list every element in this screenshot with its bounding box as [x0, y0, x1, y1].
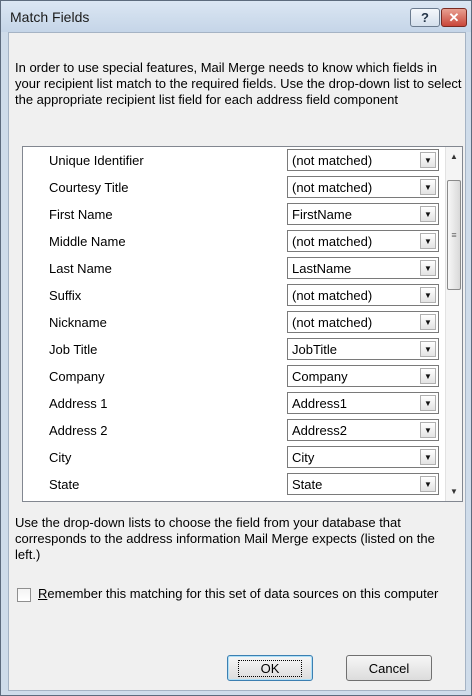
close-icon: ✕: [448, 9, 460, 25]
field-match-dropdown[interactable]: (not matched) ▼: [287, 149, 439, 171]
dropdown-arrow-icon[interactable]: ▼: [420, 476, 436, 492]
vertical-scrollbar[interactable]: ▲ ≡ ▼: [445, 147, 462, 501]
scroll-up-arrow-icon[interactable]: ▲: [446, 148, 462, 165]
field-row: Company Company ▼: [23, 363, 447, 390]
field-row: City City ▼: [23, 444, 447, 471]
field-match-dropdown[interactable]: Company ▼: [287, 365, 439, 387]
dropdown-arrow-icon[interactable]: ▼: [420, 368, 436, 384]
field-row: First Name FirstName ▼: [23, 201, 447, 228]
dropdown-arrow-icon[interactable]: ▼: [420, 314, 436, 330]
dialog-title: Match Fields: [10, 9, 90, 25]
dropdown-value: City: [292, 450, 315, 465]
field-match-dropdown[interactable]: JobTitle ▼: [287, 338, 439, 360]
field-match-dropdown[interactable]: (not matched) ▼: [287, 230, 439, 252]
close-button[interactable]: ✕: [441, 8, 467, 27]
dropdown-arrow-icon[interactable]: ▼: [420, 287, 436, 303]
cancel-button[interactable]: Cancel: [346, 655, 432, 681]
dropdown-value: Address2: [292, 423, 347, 438]
field-match-dropdown[interactable]: City ▼: [287, 446, 439, 468]
dropdown-value: Company: [292, 369, 348, 384]
access-key: R: [38, 586, 48, 601]
match-fields-dialog: Match Fields ? ✕ In order to use special…: [0, 0, 472, 696]
field-name-label: Last Name: [49, 261, 112, 276]
dropdown-arrow-icon[interactable]: ▼: [420, 179, 436, 195]
field-match-dropdown[interactable]: (not matched) ▼: [287, 284, 439, 306]
dropdown-arrow-icon[interactable]: ▼: [420, 449, 436, 465]
title-bar[interactable]: Match Fields ? ✕: [1, 1, 471, 32]
dropdown-value: (not matched): [292, 180, 373, 195]
field-name-label: Nickname: [49, 315, 107, 330]
dropdown-value: (not matched): [292, 234, 373, 249]
intro-text: In order to use special features, Mail M…: [15, 60, 462, 107]
field-match-dropdown[interactable]: Address1 ▼: [287, 392, 439, 414]
field-name-label: Courtesy Title: [49, 180, 129, 195]
field-row: Address 1 Address1 ▼: [23, 390, 447, 417]
ok-button[interactable]: OK: [227, 655, 313, 681]
field-name-label: Address 1: [49, 396, 108, 411]
field-name-label: Middle Name: [49, 234, 126, 249]
scroll-thumb[interactable]: ≡: [447, 180, 461, 290]
field-match-dropdown[interactable]: FirstName ▼: [287, 203, 439, 225]
dropdown-value: LastName: [292, 261, 352, 276]
field-match-dropdown[interactable]: Address2 ▼: [287, 419, 439, 441]
help-icon: ?: [421, 10, 429, 25]
dropdown-value: FirstName: [292, 207, 352, 222]
dropdown-arrow-icon[interactable]: ▼: [420, 341, 436, 357]
dropdown-arrow-icon[interactable]: ▼: [420, 152, 436, 168]
field-row: Address 2 Address2 ▼: [23, 417, 447, 444]
field-name-label: Company: [49, 369, 105, 384]
field-name-label: Job Title: [49, 342, 98, 357]
dropdown-arrow-icon[interactable]: ▼: [420, 422, 436, 438]
field-row: Courtesy Title (not matched) ▼: [23, 174, 447, 201]
field-match-list[interactable]: Unique Identifier (not matched) ▼ Courtesy …: [22, 146, 463, 502]
field-row: State State ▼: [23, 471, 447, 498]
dropdown-arrow-icon[interactable]: ▼: [420, 260, 436, 276]
ok-label: OK: [237, 659, 303, 677]
field-name-label: State: [49, 477, 80, 492]
remember-label[interactable]: Remember this matching for this set of d…: [38, 586, 458, 602]
remember-checkbox[interactable]: [17, 588, 31, 602]
help-button[interactable]: ?: [410, 8, 440, 27]
field-row: Suffix (not matched) ▼: [23, 282, 447, 309]
scroll-down-arrow-icon[interactable]: ▼: [446, 483, 462, 500]
field-row: Nickname (not matched) ▼: [23, 309, 447, 336]
dropdown-arrow-icon[interactable]: ▼: [420, 395, 436, 411]
field-match-dropdown[interactable]: (not matched) ▼: [287, 176, 439, 198]
field-name-label: City: [49, 450, 72, 465]
field-match-dropdown[interactable]: State ▼: [287, 473, 439, 495]
dropdown-arrow-icon[interactable]: ▼: [420, 206, 436, 222]
grip-icon: ≡: [451, 230, 457, 240]
field-name-label: Suffix: [49, 288, 82, 303]
dropdown-value: (not matched): [292, 153, 373, 168]
field-row: Job Title JobTitle ▼: [23, 336, 447, 363]
field-match-dropdown[interactable]: LastName ▼: [287, 257, 439, 279]
field-row: Last Name LastName ▼: [23, 255, 447, 282]
footer-instructions: Use the drop-down lists to choose the fi…: [15, 515, 435, 562]
field-name-label: Address 2: [49, 423, 108, 438]
field-name-label: First Name: [49, 207, 113, 222]
dialog-body: In order to use special features, Mail M…: [8, 32, 466, 691]
field-row: Unique Identifier (not matched) ▼: [23, 147, 447, 174]
dropdown-value: (not matched): [292, 288, 373, 303]
dropdown-value: Address1: [292, 396, 347, 411]
field-row: Middle Name (not matched) ▼: [23, 228, 447, 255]
dropdown-value: State: [292, 477, 323, 492]
field-name-label: Unique Identifier: [49, 153, 144, 168]
field-match-dropdown[interactable]: (not matched) ▼: [287, 311, 439, 333]
dropdown-value: JobTitle: [292, 342, 338, 357]
dropdown-arrow-icon[interactable]: ▼: [420, 233, 436, 249]
dropdown-value: (not matched): [292, 315, 373, 330]
